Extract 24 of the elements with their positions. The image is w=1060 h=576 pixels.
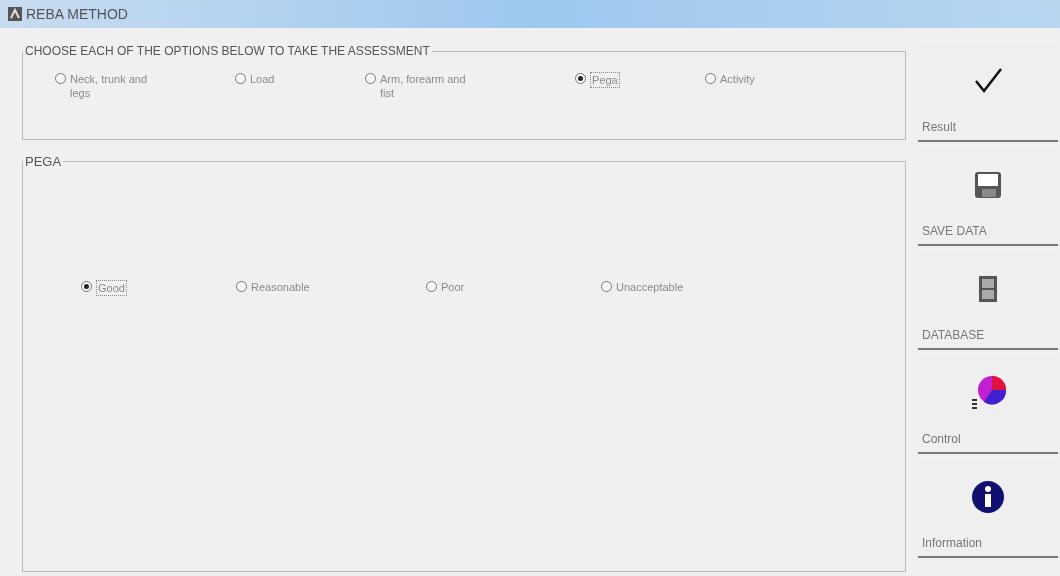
radio-option[interactable]: Load xyxy=(235,72,345,86)
radio-button[interactable] xyxy=(601,280,612,292)
radio-option[interactable]: Unacceptable xyxy=(601,279,751,294)
radio-option[interactable]: Good xyxy=(81,279,236,296)
group-title: CHOOSE EACH OF THE OPTIONS BELOW TO TAKE THE ASSESSMENT xyxy=(24,43,431,60)
radio-button[interactable] xyxy=(365,73,376,84)
radio-option[interactable]: Reasonable xyxy=(236,279,426,294)
radio-option[interactable]: Pega xyxy=(575,72,685,88)
radio-button[interactable] xyxy=(705,73,716,84)
radio-button[interactable] xyxy=(426,280,437,292)
file-cabinet-icon xyxy=(978,275,998,303)
app-icon xyxy=(8,7,22,21)
window-title: REBA METHOD xyxy=(26,4,128,24)
radio-option[interactable]: Activity xyxy=(705,72,805,86)
radio-button[interactable] xyxy=(575,73,586,84)
radio-option[interactable]: Poor xyxy=(426,279,601,294)
radio-button[interactable] xyxy=(236,280,247,292)
radio-option[interactable]: Neck, trunk and legs xyxy=(55,72,215,100)
radio-button[interactable] xyxy=(235,73,246,84)
info-icon xyxy=(971,480,1005,514)
radio-button[interactable] xyxy=(81,280,92,292)
group-title: PEGA xyxy=(24,153,63,171)
radio-option[interactable]: Arm, forearm and fist xyxy=(365,72,555,100)
radio-button[interactable] xyxy=(55,73,66,84)
